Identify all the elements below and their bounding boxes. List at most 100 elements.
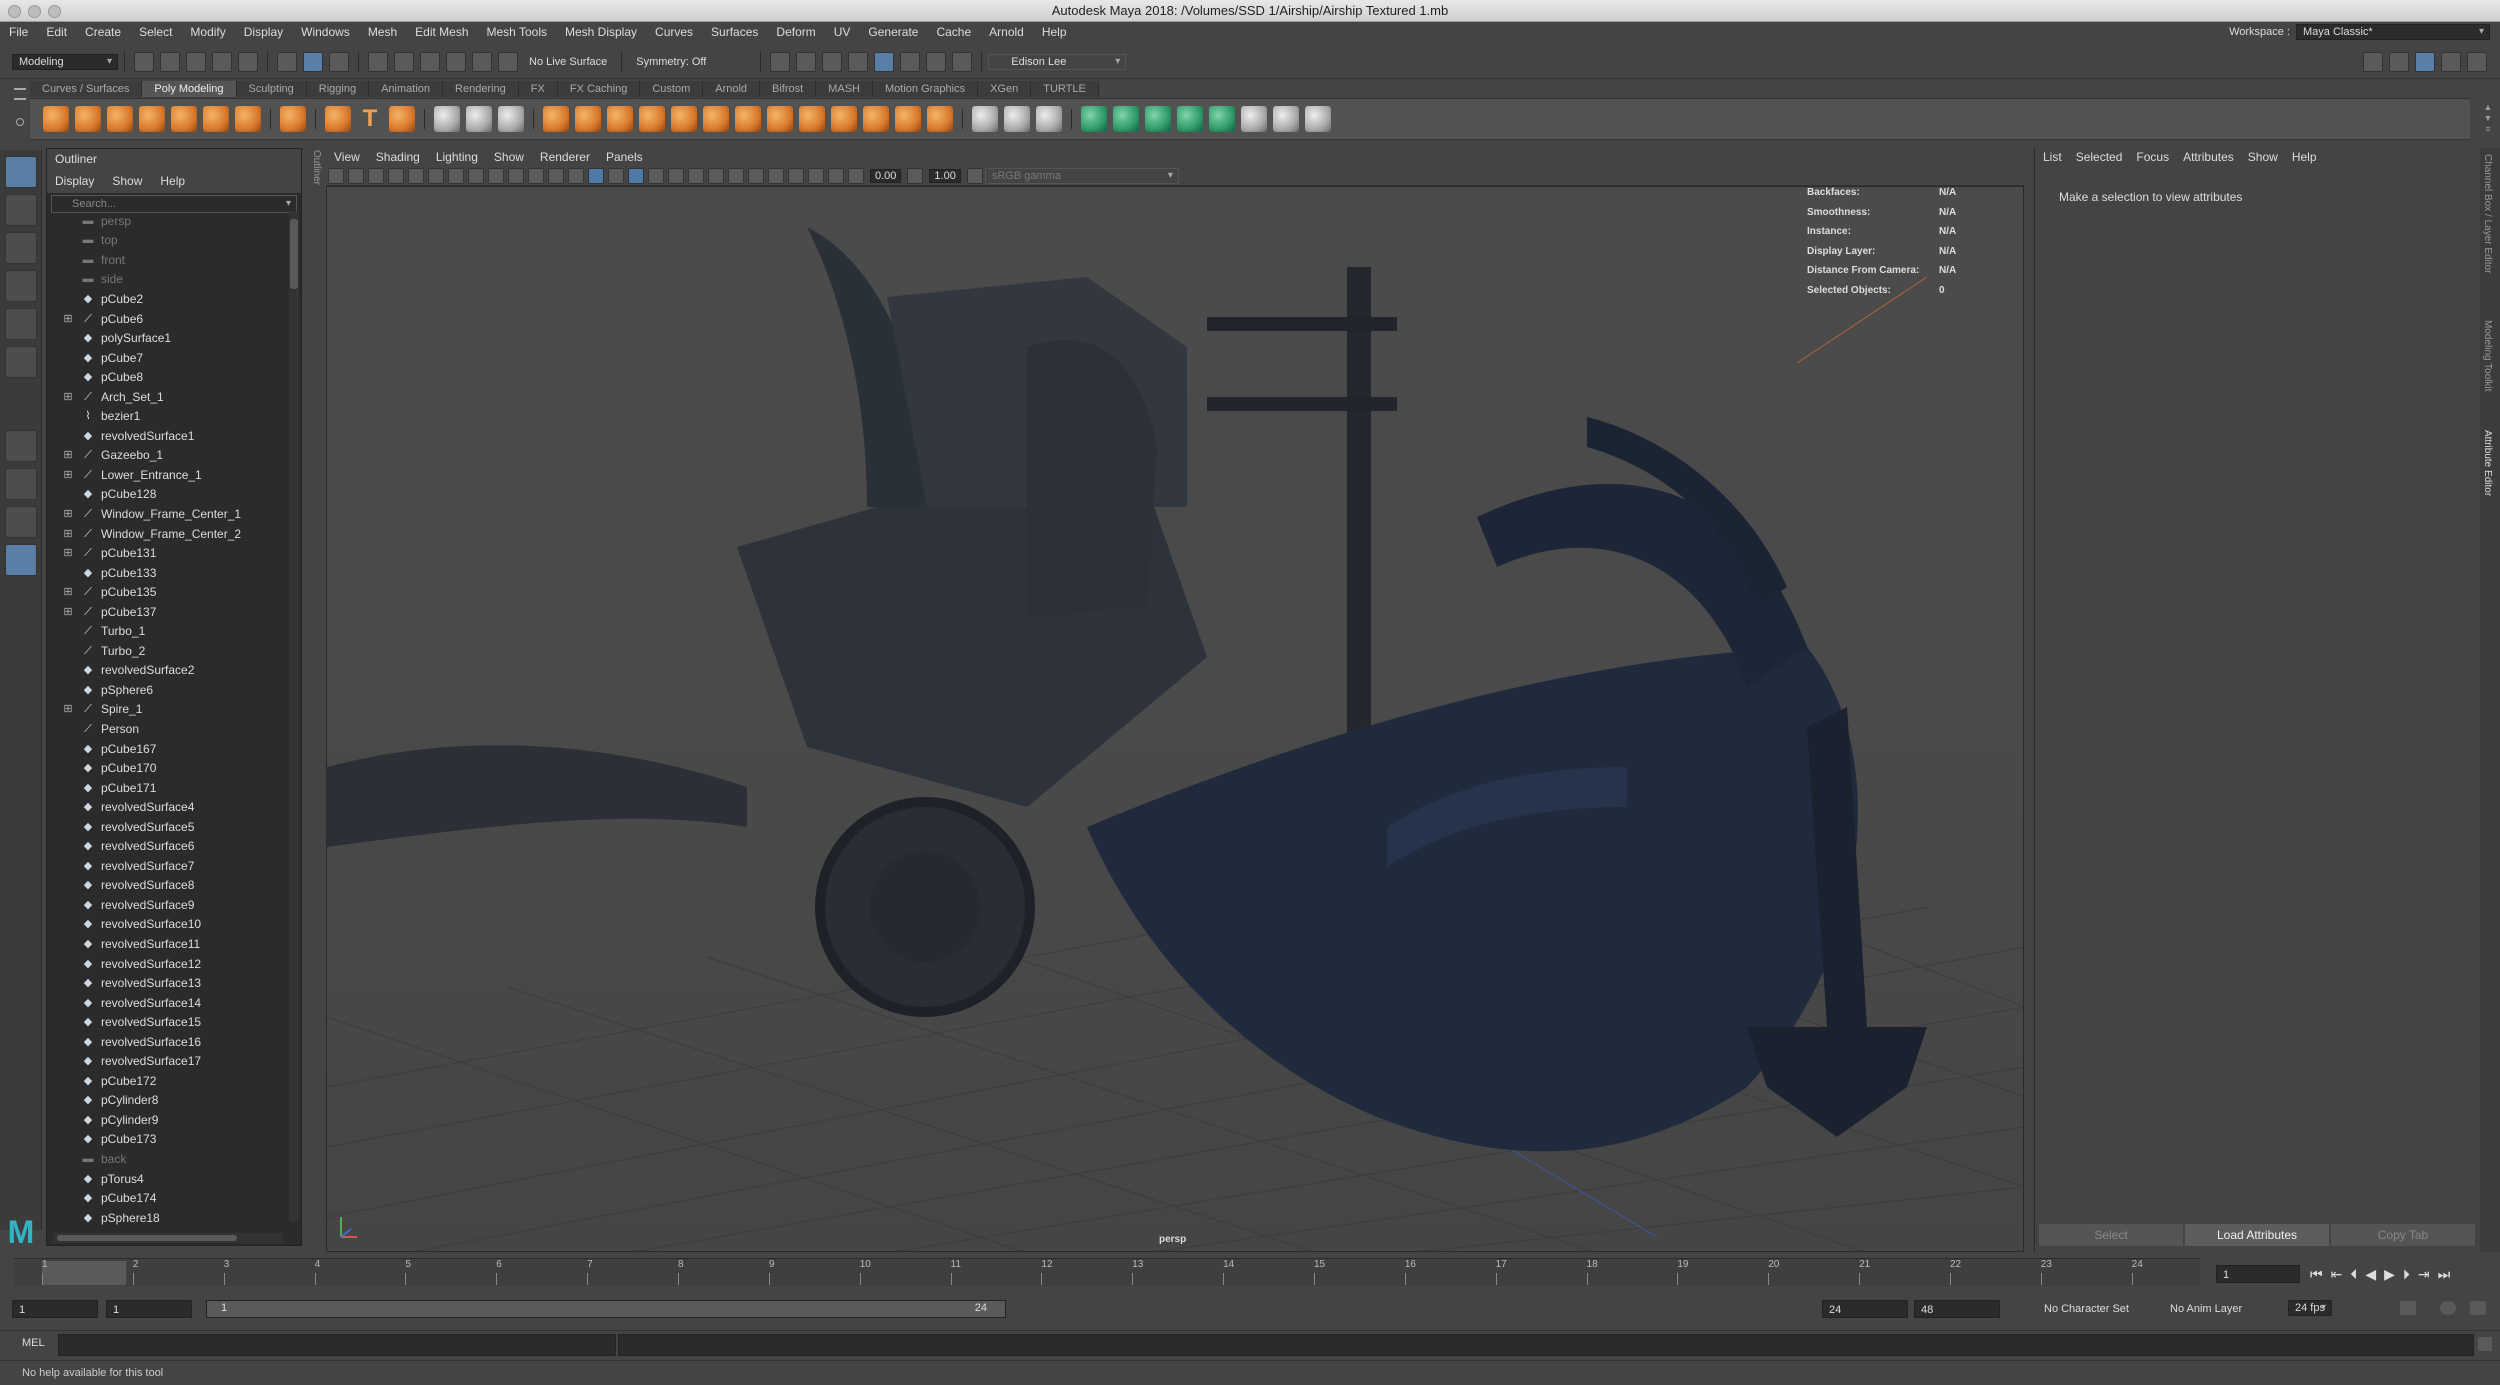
outliner-item[interactable]: ◆ revolvedSurface2 <box>47 661 287 681</box>
shelf-tab-fx[interactable]: FX <box>518 81 558 97</box>
workspace-dropdown[interactable]: Maya Classic* <box>2296 24 2490 40</box>
auto-key-icon[interactable] <box>2440 1301 2456 1315</box>
mirror-icon[interactable] <box>575 106 601 132</box>
outliner-item[interactable]: ◆ revolvedSurface17 <box>47 1052 287 1072</box>
grid-icon[interactable] <box>448 167 464 184</box>
shelf-tab-xgen[interactable]: XGen <box>978 81 1032 97</box>
outliner-horizontal-scrollbar[interactable] <box>53 1233 283 1243</box>
outliner-item[interactable]: ◆ revolvedSurface7 <box>47 856 287 876</box>
outliner-item[interactable]: ◆ pTorus4 <box>47 1169 287 1189</box>
resolution-gate-icon[interactable] <box>488 167 504 184</box>
menu-display[interactable]: Display <box>235 22 292 42</box>
expand-icon[interactable]: ⊞ <box>61 585 75 599</box>
poly-torus-icon[interactable] <box>171 106 197 132</box>
bookmarks-icon[interactable] <box>368 167 384 184</box>
snap-curve-icon[interactable] <box>394 51 414 72</box>
menu-surfaces[interactable]: Surfaces <box>702 22 767 42</box>
colorspace-dropdown[interactable]: sRGB gamma <box>984 167 1179 184</box>
menu-generate[interactable]: Generate <box>859 22 927 42</box>
outliner-item[interactable]: ◆ revolvedSurface11 <box>47 934 287 954</box>
channel-box-tab[interactable]: Channel Box / Layer Editor <box>2482 154 2493 274</box>
command-language-toggle[interactable]: MEL <box>22 1337 45 1349</box>
outliner-menu-help[interactable]: Help <box>160 174 185 192</box>
lasso-tool-icon[interactable] <box>4 194 37 226</box>
snap-view-plane-icon[interactable] <box>446 51 466 72</box>
outliner-vertical-scrollbar[interactable] <box>289 211 299 1221</box>
redo-icon[interactable] <box>238 51 258 72</box>
outliner-item[interactable]: ◆ pSphere6 <box>47 680 287 700</box>
shelf-tab-poly-modeling[interactable]: Poly Modeling <box>142 81 237 97</box>
open-scene-icon[interactable] <box>160 51 180 72</box>
viewport-menu-show[interactable]: Show <box>486 148 532 166</box>
sew-uv-icon[interactable] <box>1305 106 1331 132</box>
attr-menu-help[interactable]: Help <box>2292 150 2317 168</box>
menu-windows[interactable]: Windows <box>292 22 359 42</box>
arnold-render-icon[interactable] <box>900 51 921 72</box>
render-settings-icon[interactable] <box>848 51 869 72</box>
shelf-tab-motion-graphics[interactable]: Motion Graphics <box>873 81 979 97</box>
outliner-item[interactable]: ◆ pCube167 <box>47 739 287 759</box>
outliner-item[interactable]: ◆ pCylinder8 <box>47 1091 287 1111</box>
textured-icon[interactable] <box>628 167 644 184</box>
toggle-human-ik-icon[interactable] <box>2389 52 2409 72</box>
outliner-item[interactable]: ◆ revolvedSurface15 <box>47 1012 287 1032</box>
viewport-menu-panels[interactable]: Panels <box>598 148 651 166</box>
outliner-item[interactable]: ⟋ Turbo_1 <box>47 621 287 641</box>
outliner-item[interactable]: ⊞ ⟋ pCube135 <box>47 582 287 602</box>
menu-uv[interactable]: UV <box>825 22 860 42</box>
film-gate-icon[interactable] <box>468 167 484 184</box>
select-hierarchy-icon[interactable] <box>277 51 297 72</box>
shelf-scroll-icon[interactable]: ▲ ▼ ≡ <box>2482 102 2494 136</box>
outliner-item[interactable]: ◆ pCube173 <box>47 1130 287 1150</box>
outliner-item[interactable]: ◆ pCube128 <box>47 485 287 505</box>
menu-cache[interactable]: Cache <box>927 22 980 42</box>
append-polygon-icon[interactable] <box>895 106 921 132</box>
snap-center-icon[interactable] <box>498 51 518 72</box>
exposure-field[interactable]: 0.00 <box>870 168 902 183</box>
two-d-pan-icon[interactable] <box>408 167 424 184</box>
bevel-icon[interactable] <box>607 106 633 132</box>
viewport-menu-view[interactable]: View <box>326 148 368 166</box>
attr-menu-focus[interactable]: Focus <box>2136 150 2169 168</box>
uv-editor-icon[interactable] <box>1081 106 1107 132</box>
outliner-item[interactable]: ◆ pCube172 <box>47 1071 287 1091</box>
outliner-item[interactable]: ◆ revolvedSurface8 <box>47 876 287 896</box>
boolean-icon[interactable] <box>767 106 793 132</box>
gamma-icon[interactable] <box>907 167 924 184</box>
render-current-icon[interactable] <box>796 51 817 72</box>
select-component-icon[interactable] <box>329 51 349 72</box>
menu-mesh[interactable]: Mesh <box>359 22 406 42</box>
motion-blur-icon[interactable] <box>708 167 724 184</box>
svg-tool-icon[interactable] <box>389 106 415 132</box>
menu-arnold[interactable]: Arnold <box>980 22 1033 42</box>
field-chart-icon[interactable] <box>528 167 544 184</box>
animation-end-field[interactable]: 48 <box>1914 1300 2000 1318</box>
step-back-key-icon[interactable]: ⇤ <box>2331 1266 2343 1283</box>
outliner-item[interactable]: ◆ revolvedSurface1 <box>47 426 287 446</box>
save-scene-icon[interactable] <box>186 51 206 72</box>
new-scene-icon[interactable] <box>134 51 154 72</box>
shelf-tab-rendering[interactable]: Rendering <box>443 81 519 97</box>
outliner-item[interactable]: ◆ polySurface1 <box>47 328 287 348</box>
shelf-tab-sculpting[interactable]: Sculpting <box>236 81 307 97</box>
playback-end-field[interactable]: 24 <box>1822 1300 1908 1318</box>
expand-icon[interactable]: ⊞ <box>61 605 75 619</box>
outliner-item[interactable]: ⊞ ⟋ Lower_Entrance_1 <box>47 465 287 485</box>
fps-dropdown[interactable]: 24 fps <box>2288 1300 2332 1316</box>
step-forward-key-icon[interactable]: ⇥ <box>2418 1266 2430 1283</box>
outliner-item[interactable]: ◆ pSphere18 <box>47 1208 287 1228</box>
menu-mesh-tools[interactable]: Mesh Tools <box>478 22 556 42</box>
outliner-side-tab[interactable]: Outliner <box>306 150 322 210</box>
outliner-item[interactable]: ▬ top <box>47 231 287 251</box>
wireframe-on-shaded-icon[interactable] <box>608 167 624 184</box>
smooth-shade-icon[interactable] <box>588 167 604 184</box>
attribute-editor-tab[interactable]: Attribute Editor <box>2482 430 2493 496</box>
paint-select-tool-icon[interactable] <box>4 232 37 264</box>
attr-menu-list[interactable]: List <box>2043 150 2062 168</box>
symmetry-dropdown[interactable]: Symmetry: Off <box>636 56 746 68</box>
attr-menu-show[interactable]: Show <box>2248 150 2278 168</box>
isolate-select-icon[interactable] <box>768 167 784 184</box>
retopologize-icon[interactable] <box>735 106 761 132</box>
animation-preferences-icon[interactable] <box>2470 1301 2486 1315</box>
shadows-icon[interactable] <box>668 167 684 184</box>
